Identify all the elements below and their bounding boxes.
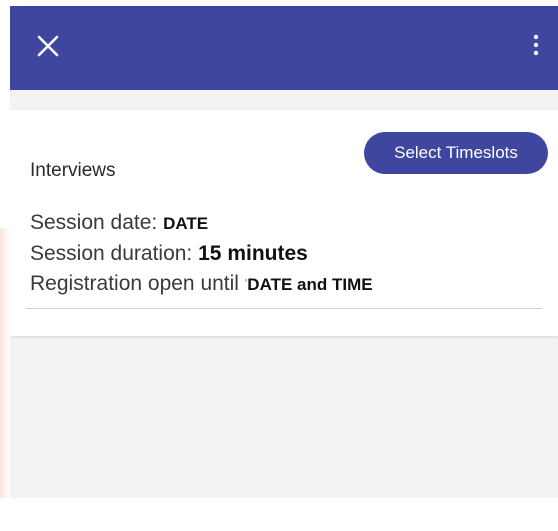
session-date-label: Session date: bbox=[30, 211, 158, 234]
registration-value: DATE and TIME bbox=[247, 275, 373, 294]
session-duration-value: 15 minutes bbox=[198, 242, 308, 265]
more-vertical-icon bbox=[533, 34, 539, 56]
app-bar bbox=[10, 6, 558, 90]
more-options-button[interactable] bbox=[524, 28, 548, 64]
session-duration-label: Session duration: bbox=[30, 242, 193, 265]
card-title: Interviews bbox=[30, 160, 116, 181]
card-divider bbox=[26, 308, 542, 309]
registration-label: Registration open until bbox=[30, 272, 239, 295]
close-button[interactable] bbox=[32, 30, 64, 62]
session-details: Session date: DATE Session duration: 15 … bbox=[30, 208, 373, 300]
session-date-row: Session date: DATE bbox=[30, 208, 373, 239]
left-edge-mark bbox=[0, 228, 10, 498]
app-screen: Interviews Select Timeslots Session date… bbox=[10, 6, 558, 498]
session-card: Interviews Select Timeslots Session date… bbox=[10, 110, 558, 336]
session-date-value: DATE bbox=[163, 214, 209, 233]
registration-row: Registration open until 'DATE and TIME bbox=[30, 269, 373, 300]
close-icon bbox=[37, 35, 59, 57]
select-timeslots-button[interactable]: Select Timeslots bbox=[364, 132, 548, 174]
session-duration-row: Session duration: 15 minutes bbox=[30, 239, 373, 269]
